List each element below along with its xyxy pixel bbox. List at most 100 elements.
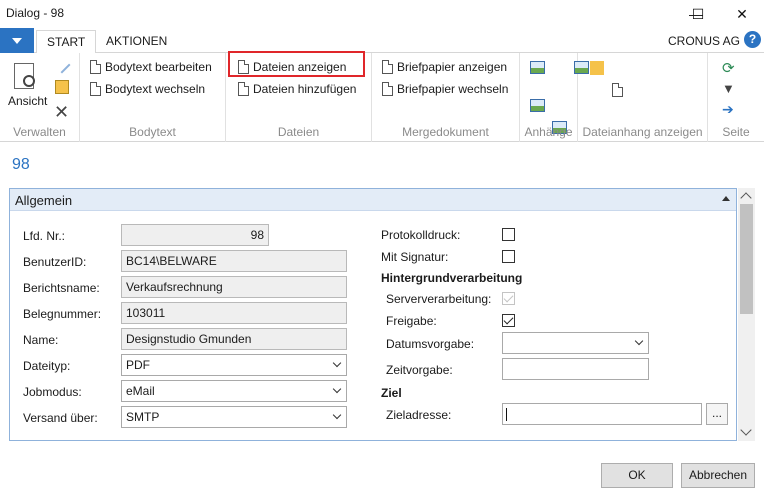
ribbon-tab-row: START AKTIONEN CRONUS AG ? <box>0 28 764 54</box>
cancel-button[interactable]: Abbrechen <box>681 463 755 488</box>
serververarbeitung-label: Serververarbeitung: <box>386 292 492 306</box>
zieladresse-lookup-button[interactable]: ... <box>706 403 728 425</box>
benutzerid-field: BC14\BELWARE <box>121 250 347 272</box>
versand-value: SMTP <box>126 410 160 424</box>
zeitvorgabe-label: Zeitvorgabe: <box>386 363 453 377</box>
group-label-anhaenge: Anhänge <box>524 125 573 139</box>
scroll-up-icon[interactable] <box>740 192 752 204</box>
text-caret <box>506 408 507 421</box>
belegnummer-field: 103011 <box>121 302 347 324</box>
ribbon: Ansicht ✕ Verwalten Bodytext bearbeiten … <box>0 53 764 142</box>
scroll-thumb[interactable] <box>740 204 753 314</box>
benutzerid-label: BenutzerID: <box>23 255 87 269</box>
dateityp-select[interactable]: PDF <box>121 354 347 376</box>
panel-title: Allgemein <box>15 193 73 208</box>
serververarbeitung-checkbox <box>502 292 515 305</box>
highlight-box <box>228 51 365 77</box>
group-label-dateianhang: Dateianhang anzeigen <box>582 125 703 139</box>
ziel-heading: Ziel <box>381 386 402 400</box>
group-seite: ⟳ ▼ ➔ Seite <box>708 53 764 142</box>
dateien-hinzufuegen-button[interactable]: Dateien hinzufügen <box>238 79 356 99</box>
group-bodytext: Bodytext bearbeiten Bodytext wechseln Bo… <box>80 53 226 142</box>
ansicht-button[interactable] <box>12 61 40 95</box>
protokolldruck-checkbox[interactable] <box>502 228 515 241</box>
edit-pencil-icon[interactable] <box>53 56 71 74</box>
jobmodus-value: eMail <box>126 384 155 398</box>
new-item-icon[interactable] <box>55 80 69 94</box>
briefpapier-anzeigen-label: Briefpapier anzeigen <box>397 60 508 74</box>
briefpapier-wechseln-button[interactable]: Briefpapier wechseln <box>382 79 508 99</box>
close-button[interactable]: ✕ <box>720 0 764 28</box>
versand-select[interactable]: SMTP <box>121 406 347 428</box>
group-verwalten: Ansicht ✕ Verwalten <box>0 53 80 142</box>
group-label-mergedokument: Mergedokument <box>402 125 489 139</box>
refresh-icon[interactable]: ⟳ <box>722 59 735 77</box>
datumsvorgabe-label: Datumsvorgabe: <box>386 337 475 351</box>
bodytext-wechseln-label: Bodytext wechseln <box>105 82 206 96</box>
briefpapier-wechseln-label: Briefpapier wechseln <box>397 82 509 96</box>
chevron-down-icon <box>332 358 342 368</box>
allgemein-panel: Allgemein Lfd. Nr.: 98 BenutzerID: BC14\… <box>9 188 737 441</box>
collapse-icon[interactable] <box>722 196 730 201</box>
chevron-down-icon <box>332 384 342 394</box>
document-edit-icon <box>90 60 101 74</box>
chevron-down-icon <box>634 336 644 346</box>
dateien-hinzufuegen-label: Dateien hinzufügen <box>253 82 357 96</box>
zieladresse-input[interactable] <box>502 403 702 425</box>
note-icon[interactable] <box>590 61 604 75</box>
attachment-image-icon[interactable] <box>530 99 545 112</box>
help-icon[interactable]: ? <box>744 31 761 48</box>
bodytext-bearbeiten-button[interactable]: Bodytext bearbeiten <box>90 57 212 77</box>
lfd-nr-field: 98 <box>121 224 269 246</box>
scroll-down-icon[interactable] <box>740 424 752 436</box>
panel-header[interactable]: Allgemein <box>10 189 736 211</box>
vertical-scrollbar[interactable] <box>738 188 755 441</box>
group-dateianhang: Dateianhang anzeigen <box>578 53 708 142</box>
group-label-verwalten: Verwalten <box>13 125 66 139</box>
dateityp-label: Dateityp: <box>23 359 71 373</box>
jobmodus-label: Jobmodus: <box>23 385 82 399</box>
document-switch-icon <box>90 82 101 96</box>
mit-signatur-checkbox[interactable] <box>502 250 515 263</box>
zeitvorgabe-input[interactable] <box>502 358 649 380</box>
tab-aktionen[interactable]: AKTIONEN <box>96 30 177 54</box>
name-field: Designstudio Gmunden <box>121 328 347 350</box>
bodytext-bearbeiten-label: Bodytext bearbeiten <box>105 60 212 74</box>
app-menu-button[interactable] <box>0 28 34 53</box>
chevron-down-icon <box>332 410 342 420</box>
ansicht-label[interactable]: Ansicht <box>8 94 47 108</box>
page-title: 98 <box>12 156 30 173</box>
berichtsname-field: Verkaufsrechnung <box>121 276 347 298</box>
window-title: Dialog - 98 <box>6 6 65 20</box>
versand-label: Versand über: <box>23 411 98 425</box>
delete-icon[interactable]: ✕ <box>54 103 69 121</box>
attachment-image-icon[interactable] <box>530 61 545 74</box>
bodytext-wechseln-button[interactable]: Bodytext wechseln <box>90 79 205 99</box>
mit-signatur-label: Mit Signatur: <box>381 250 449 264</box>
next-arrow-icon[interactable]: ➔ <box>722 101 734 118</box>
maximize-button[interactable]: ☐ <box>676 0 720 28</box>
ok-button[interactable]: OK <box>601 463 673 488</box>
protokolldruck-label: Protokolldruck: <box>381 228 461 242</box>
company-name: CRONUS AG <box>667 34 740 48</box>
letterhead-view-icon <box>382 60 393 74</box>
group-label-bodytext: Bodytext <box>129 125 176 139</box>
title-bar: Dialog - 98 — ☐ ✕ <box>0 0 764 28</box>
letterhead-switch-icon <box>382 82 393 96</box>
tab-start[interactable]: START <box>36 30 97 54</box>
freigabe-label: Freigabe: <box>386 314 437 328</box>
magnifier-icon <box>23 75 35 87</box>
briefpapier-anzeigen-button[interactable]: Briefpapier anzeigen <box>382 57 507 77</box>
name-label: Name: <box>23 333 59 347</box>
jobmodus-select[interactable]: eMail <box>121 380 347 402</box>
lfd-nr-label: Lfd. Nr.: <box>23 229 66 243</box>
datumsvorgabe-select[interactable] <box>502 332 649 354</box>
group-label-seite: Seite <box>722 125 750 139</box>
hintergrund-heading: Hintergrundverarbeitung <box>381 271 523 285</box>
clear-filter-icon[interactable]: ▼ <box>722 81 735 96</box>
attachment-link-icon[interactable] <box>612 83 624 97</box>
group-anhaenge: Anhänge <box>520 53 590 142</box>
freigabe-checkbox[interactable] <box>502 314 515 327</box>
dateityp-value: PDF <box>126 358 150 372</box>
belegnummer-label: Belegnummer: <box>23 307 102 321</box>
